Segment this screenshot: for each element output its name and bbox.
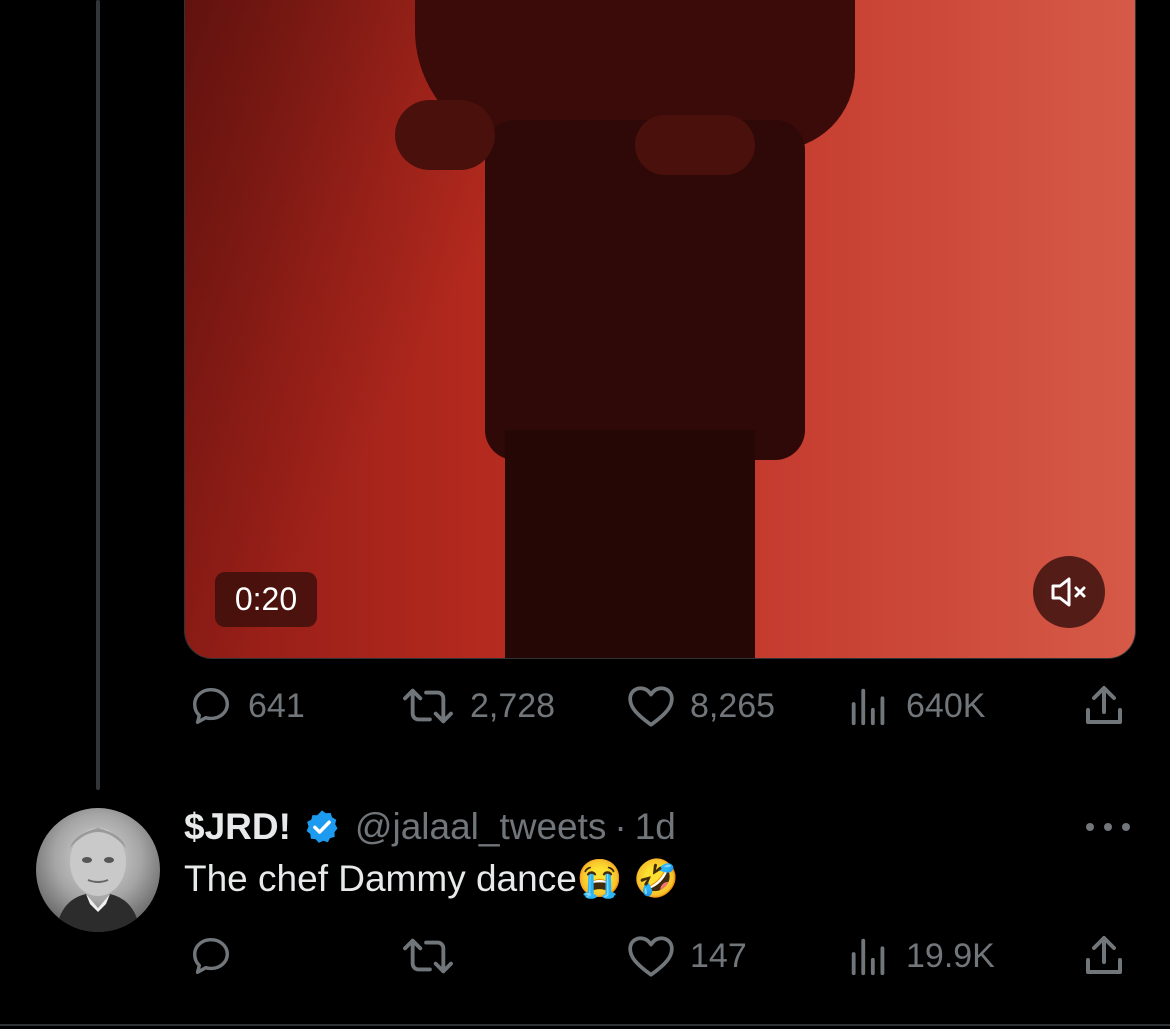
mute-button[interactable] xyxy=(1033,556,1105,628)
retweet-count: 2,728 xyxy=(470,686,556,725)
more-options-button[interactable] xyxy=(1086,812,1130,842)
share-icon xyxy=(1086,936,1122,974)
retweet-icon xyxy=(403,938,453,974)
views-chart-icon xyxy=(851,688,885,726)
reply-header: $JRD! @jalaal_tweets · 1d xyxy=(184,804,676,850)
retweet-button[interactable]: 2,728 xyxy=(400,678,555,734)
views-count: 19.9K xyxy=(906,936,995,975)
video-figure-legs xyxy=(505,430,755,658)
share-button[interactable] xyxy=(1080,928,1128,984)
like-button[interactable]: 147 xyxy=(626,928,747,984)
reply-button[interactable]: 641 xyxy=(188,678,305,734)
more-dot-icon xyxy=(1122,823,1130,831)
like-count: 147 xyxy=(690,936,747,975)
avatar-portrait-image xyxy=(56,828,140,932)
reply-icon xyxy=(192,687,230,725)
speaker-muted-icon xyxy=(1051,577,1086,607)
views-button[interactable]: 640K xyxy=(846,678,985,734)
thread-line xyxy=(96,0,100,790)
video-figure-body xyxy=(485,120,805,460)
tweet-timestamp[interactable]: 1d xyxy=(635,806,676,848)
tweet-divider xyxy=(0,1024,1170,1026)
retweet-icon xyxy=(403,688,453,724)
more-dot-icon xyxy=(1086,823,1094,831)
heart-icon xyxy=(628,936,674,977)
heart-icon xyxy=(628,686,674,727)
video-figure-hand-right xyxy=(635,115,755,175)
more-dot-icon xyxy=(1104,823,1112,831)
views-chart-icon xyxy=(851,938,885,976)
tweet-action-bar: 641 2,728 8,265 640K xyxy=(0,678,1170,734)
like-count: 8,265 xyxy=(690,686,776,725)
reply-count: 641 xyxy=(248,686,305,725)
share-icon xyxy=(1086,686,1122,724)
video-figure-hand-left xyxy=(395,100,495,170)
reply-icon xyxy=(192,937,230,975)
display-name[interactable]: $JRD! xyxy=(184,806,291,848)
separator-dot: · xyxy=(614,806,627,847)
video-player[interactable]: 0:20 xyxy=(184,0,1136,659)
user-handle[interactable]: @jalaal_tweets xyxy=(355,806,606,848)
retweet-button[interactable] xyxy=(400,928,470,984)
share-button[interactable] xyxy=(1080,678,1128,734)
reply-button[interactable] xyxy=(188,928,248,984)
video-duration-badge: 0:20 xyxy=(215,572,317,627)
like-button[interactable]: 8,265 xyxy=(626,678,775,734)
verified-badge-icon[interactable] xyxy=(303,808,341,846)
views-button[interactable]: 19.9K xyxy=(846,928,995,984)
reply-text: The chef Dammy dance😭 🤣 xyxy=(184,858,680,899)
reply-action-bar: 147 19.9K xyxy=(0,928,1170,984)
views-count: 640K xyxy=(906,686,986,725)
avatar[interactable] xyxy=(36,808,160,932)
